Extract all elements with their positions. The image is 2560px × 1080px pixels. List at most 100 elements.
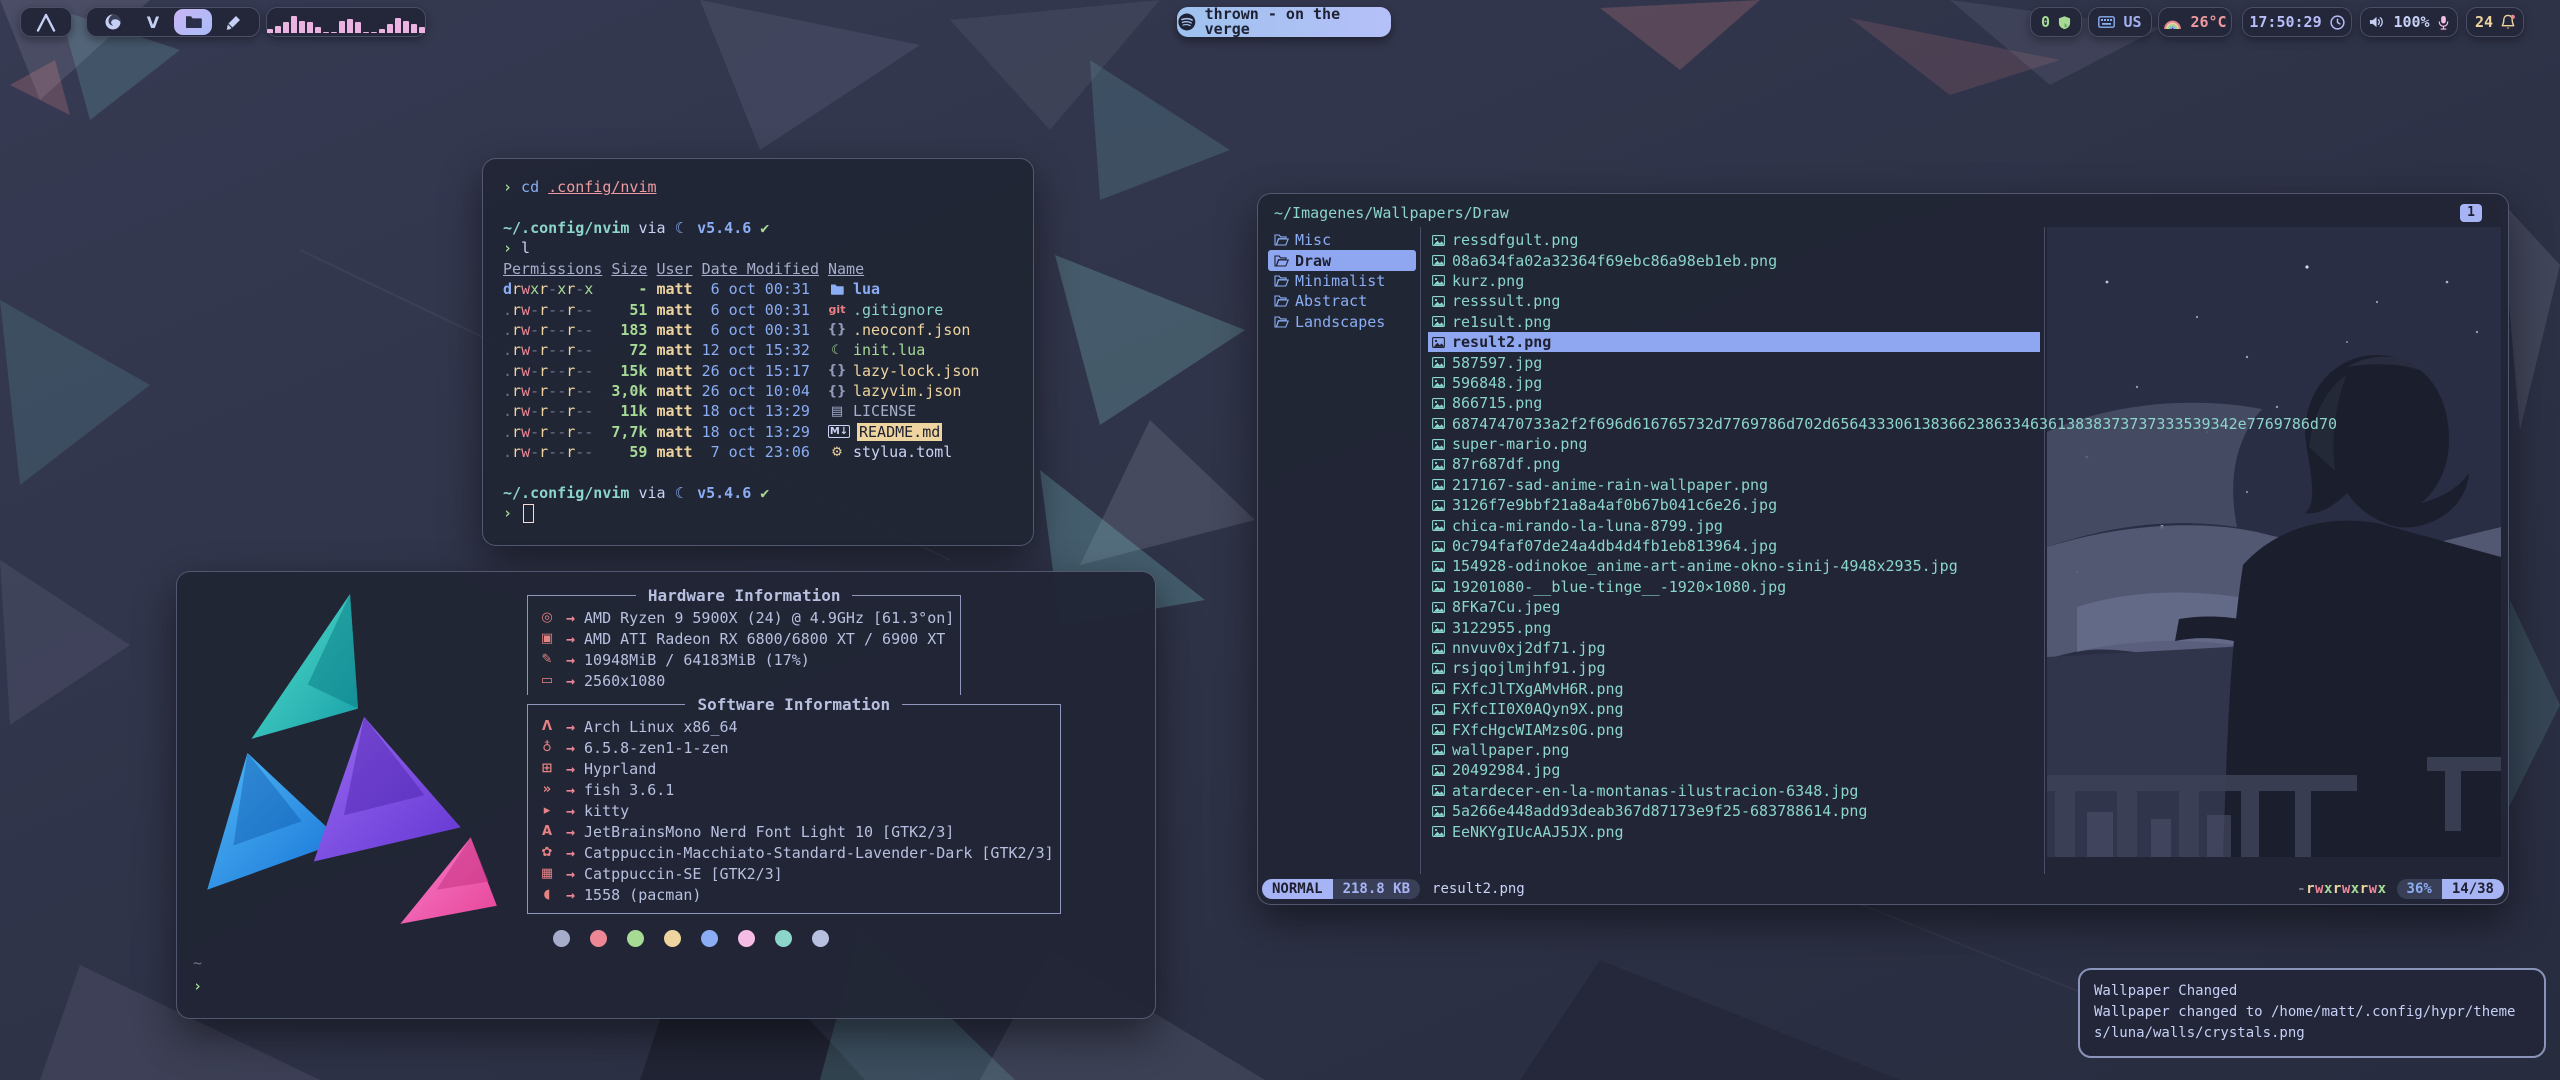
image-file-icon <box>1432 580 1445 593</box>
image-file-icon <box>1432 805 1445 818</box>
clock-widget[interactable]: 17:50:29 <box>2242 7 2352 37</box>
sidebar-folder-landscapes[interactable]: Landscapes <box>1268 312 1416 332</box>
file-row[interactable]: 87r687df.png <box>1428 454 2500 474</box>
file-row[interactable]: resssult.png <box>1428 291 2500 311</box>
file-row[interactable]: 8FKa7Cu.jpeg <box>1428 597 2500 617</box>
file-row[interactable]: FXfcHgcWIAMzs0G.png <box>1428 719 2500 739</box>
cava-bar <box>299 21 305 33</box>
notification-popup[interactable]: Wallpaper Changed Wallpaper changed to /… <box>2078 968 2546 1058</box>
arrow-icon: → <box>566 781 575 799</box>
packages-icon: ◖ <box>534 887 560 902</box>
icon-theme-icon: ▦ <box>534 866 560 881</box>
file-row[interactable]: kurz.png <box>1428 271 2500 291</box>
audio-visualizer[interactable] <box>266 7 426 37</box>
updates-widget[interactable]: 0 <box>2030 7 2082 37</box>
image-file-icon <box>1432 254 1445 267</box>
file-row[interactable]: 20492984.jpg <box>1428 760 2500 780</box>
image-file-icon <box>1432 723 1445 736</box>
braces-icon: {} <box>828 322 846 337</box>
file-row[interactable]: FXfcII0X0AQyn9X.png <box>1428 699 2500 719</box>
clock-icon <box>2330 15 2345 30</box>
notification-title: Wallpaper Changed <box>2094 981 2530 1002</box>
file-row[interactable]: 596848.jpg <box>1428 373 2500 393</box>
file-row[interactable]: re1sult.png <box>1428 312 2500 332</box>
git-icon: git <box>828 303 846 316</box>
palette-dot <box>701 930 718 947</box>
terminal-window[interactable]: ›cd .config/nvim ~/.config/nvim via ☾ v5… <box>482 158 1034 546</box>
file-row[interactable]: 5a266e448add93deab367d87173e9f25-6837886… <box>1428 801 2500 821</box>
shell-icon: » <box>534 782 560 797</box>
weather-widget[interactable]: 26°C <box>2158 7 2232 37</box>
audio-widget[interactable]: 100% <box>2360 7 2458 37</box>
file-manager-window[interactable]: ~/Imagenes/Wallpapers/Draw 1 MiscDrawMin… <box>1257 193 2509 905</box>
file-row[interactable]: FXfcJlTXgAMvH6R.png <box>1428 679 2500 699</box>
arch-icon: Λ <box>534 719 560 734</box>
file-row[interactable]: 587597.jpg <box>1428 352 2500 372</box>
file-row[interactable]: 68747470733a2f2f696d616765732d7769786d70… <box>1428 414 2500 434</box>
cava-bars <box>257 11 435 33</box>
arrow-icon: → <box>566 630 575 648</box>
lua-icon: ☾ <box>675 219 688 237</box>
notification-body: Wallpaper changed to /home/matt/.config/… <box>2094 1002 2530 1044</box>
notifications-widget[interactable]: 24 <box>2466 7 2524 37</box>
file-row[interactable]: 154928-odinokoe_anime-art-anime-okno-sin… <box>1428 556 2500 576</box>
palette-dot <box>590 930 607 947</box>
firefox-launcher[interactable] <box>94 9 132 35</box>
vim-launcher[interactable]: V <box>134 9 172 35</box>
file-row[interactable]: ressdfgult.png <box>1428 230 2500 250</box>
launcher-button[interactable] <box>20 7 72 37</box>
file-row[interactable]: 0c794faf07de24a4db4d4fb1eb813964.jpg <box>1428 536 2500 556</box>
gtk-theme-icon: ✿ <box>534 845 560 860</box>
folder-icon <box>828 283 846 295</box>
crystal-logo <box>191 588 503 944</box>
files-launcher[interactable] <box>174 9 212 35</box>
file-row[interactable]: 3122955.png <box>1428 617 2500 637</box>
cava-bar <box>291 16 297 33</box>
breadcrumb-path: ~/Imagenes/Wallpapers/Draw <box>1274 204 1509 222</box>
terminal-palette <box>553 930 893 947</box>
hardware-section: Hardware Information ◎→AMD Ryzen 9 5900X… <box>527 586 961 695</box>
cava-bar <box>331 32 337 33</box>
fetch-window[interactable]: Hardware Information ◎→AMD Ryzen 9 5900X… <box>176 571 1156 1019</box>
file-row[interactable]: chica-mirando-la-luna-8799.jpg <box>1428 515 2500 535</box>
palette-dot <box>812 930 829 947</box>
cava-bar <box>371 32 377 33</box>
file-row[interactable]: 866715.png <box>1428 393 2500 413</box>
keyboard-layout-widget[interactable]: US <box>2088 7 2152 37</box>
fetch-info: Hardware Information ◎→AMD Ryzen 9 5900X… <box>527 586 893 947</box>
tab-badge[interactable]: 1 <box>2460 204 2482 222</box>
updates-count: 0 <box>2041 15 2050 30</box>
image-file-icon <box>1432 621 1445 634</box>
terminal-file-row: .rw-r--r--59matt 7 oct 23:06⚙stylua.toml <box>503 442 1013 462</box>
sidebar-folder-abstract[interactable]: Abstract <box>1268 291 1416 311</box>
terminal-file-row: .rw-r--r--11kmatt18 oct 13:29▤LICENSE <box>503 401 1013 421</box>
parent-directory-pane: MiscDrawMinimalistAbstractLandscapes <box>1268 230 1416 332</box>
file-row[interactable]: nnvuv0xj2df71.jpg <box>1428 638 2500 658</box>
file-row[interactable]: 19201080-__blue-tinge__-1920×1080.jpg <box>1428 577 2500 597</box>
fetch-row: ▦→Catppuccin-SE [GTK2/3] <box>534 863 1054 884</box>
sidebar-folder-draw[interactable]: Draw <box>1268 250 1416 270</box>
sidebar-folder-misc[interactable]: Misc <box>1268 230 1416 250</box>
paint-launcher[interactable] <box>214 9 252 35</box>
image-file-icon <box>1432 642 1445 655</box>
file-row[interactable]: wallpaper.png <box>1428 740 2500 760</box>
image-file-icon <box>1432 682 1445 695</box>
file-row[interactable]: EeNKYgIUcAAJ5JX.png <box>1428 821 2500 841</box>
file-row[interactable]: super-mario.png <box>1428 434 2500 454</box>
file-row[interactable]: 217167-sad-anime-rain-wallpaper.png <box>1428 475 2500 495</box>
file-row[interactable]: result2.png <box>1428 332 2040 352</box>
terminal-file-row: .rw-r--r--7,7kmatt18 oct 13:29M↓README.m… <box>503 422 1013 442</box>
memory-icon: ✎ <box>534 652 560 667</box>
image-file-icon <box>1432 274 1445 287</box>
sidebar-folder-minimalist[interactable]: Minimalist <box>1268 271 1416 291</box>
shell-prompt: › <box>193 977 202 995</box>
bell-icon <box>2501 14 2515 30</box>
file-row[interactable]: atardecer-en-la-montanas-ilustracion-634… <box>1428 781 2500 801</box>
terminal-file-row: .rw-r--r--15kmatt26 oct 15:17{}lazy-lock… <box>503 361 1013 381</box>
music-widget[interactable]: thrown - on the verge <box>1177 7 1391 37</box>
file-row[interactable]: rsjqojlmjhf91.jpg <box>1428 658 2500 678</box>
file-row[interactable]: 08a634fa02a32364f69ebc86a98eb1eb.png <box>1428 250 2500 270</box>
volume-level: 100% <box>2393 15 2429 30</box>
shield-icon <box>2058 15 2071 30</box>
file-row[interactable]: 3126f7e9bbf21a8a4af0b67b041c6e26.jpg <box>1428 495 2500 515</box>
